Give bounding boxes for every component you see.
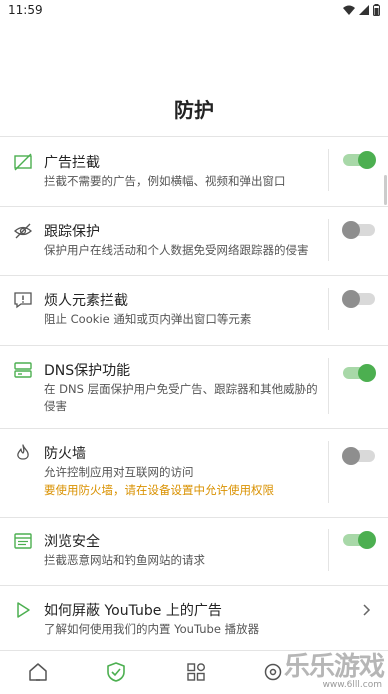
browsing-security-row[interactable]: 浏览安全 拦截恶意网站和钓鱼网站的请求	[0, 517, 388, 585]
play-icon	[17, 602, 30, 618]
annoyance-blocking-toggle[interactable]	[342, 290, 375, 308]
ad-blocking-title: 广告拦截	[44, 155, 100, 171]
ad-block-icon	[14, 153, 32, 171]
tracking-protection-title: 跟踪保护	[44, 224, 100, 240]
dns-protection-desc: 在 DNS 层面保护用户免受广告、跟踪器和其他威胁的侵害	[44, 382, 318, 413]
annoyance-blocking-row[interactable]: 烦人元素拦截 阻止 Cookie 通知或页内弹出窗口等元素	[0, 275, 388, 345]
browser-window-icon	[14, 533, 32, 549]
scrollbar[interactable]	[384, 175, 387, 205]
alert-bubble-icon	[14, 292, 32, 309]
tracking-protection-toggle[interactable]	[342, 221, 375, 239]
tracking-protection-desc: 保护用户在线活动和个人数据免受网络跟踪器的侵害	[44, 243, 309, 257]
wifi-icon	[343, 5, 355, 15]
status-bar: 11:59	[0, 0, 388, 22]
flame-icon	[17, 444, 29, 460]
divider	[328, 441, 329, 503]
dns-protection-toggle[interactable]	[343, 364, 376, 382]
home-icon[interactable]	[27, 661, 49, 683]
dns-protection-row[interactable]: DNS保护功能 在 DNS 层面保护用户免受广告、跟踪器和其他威胁的侵害	[0, 345, 388, 428]
youtube-ads-desc: 了解如何使用我们的内置 YouTube 播放器	[44, 622, 260, 636]
shield-icon[interactable]	[105, 661, 127, 683]
browsing-security-title: 浏览安全	[44, 534, 100, 550]
annoyance-blocking-title: 烦人元素拦截	[44, 293, 128, 309]
apps-icon[interactable]	[185, 661, 207, 683]
firewall-row[interactable]: 防火墙 允许控制应用对互联网的访问 要使用防火墙，请在设备设置中允许使用权限	[0, 428, 388, 517]
browsing-security-toggle[interactable]	[343, 531, 376, 549]
server-icon	[14, 362, 32, 378]
firewall-warning[interactable]: 要使用防火墙，请在设备设置中允许使用权限	[44, 482, 274, 498]
eye-slash-icon	[14, 223, 32, 239]
chevron-right-icon	[363, 604, 371, 616]
divider	[328, 149, 329, 191]
firewall-desc: 允许控制应用对互联网的访问	[44, 465, 194, 479]
signal-icon	[359, 5, 369, 15]
status-icons	[343, 4, 380, 16]
watermark-url: www.6lll.com	[322, 680, 382, 690]
ad-blocking-desc: 拦截不需要的广告，例如横幅、视频和弹出窗口	[44, 174, 286, 188]
youtube-ads-title: 如何屏蔽 YouTube 上的广告	[44, 603, 222, 619]
ad-blocking-row[interactable]: 广告拦截 拦截不需要的广告，例如横幅、视频和弹出窗口	[0, 136, 388, 206]
divider	[328, 288, 329, 330]
settings-icon[interactable]	[262, 661, 284, 683]
divider	[328, 358, 329, 414]
status-time: 11:59	[8, 3, 43, 17]
browsing-security-desc: 拦截恶意网站和钓鱼网站的请求	[44, 553, 205, 567]
dns-protection-title: DNS保护功能	[44, 363, 131, 379]
ad-blocking-toggle[interactable]	[343, 151, 376, 169]
youtube-ads-row[interactable]: 如何屏蔽 YouTube 上的广告 了解如何使用我们的内置 YouTube 播放…	[0, 585, 388, 652]
firewall-toggle[interactable]	[342, 447, 375, 465]
divider	[328, 219, 329, 261]
protection-list: 广告拦截 拦截不需要的广告，例如横幅、视频和弹出窗口 跟踪保护 保护用户在线活动…	[0, 136, 388, 652]
watermark: 乐乐游戏	[283, 652, 385, 682]
page-title: 防护	[174, 98, 214, 122]
firewall-title: 防火墙	[44, 446, 86, 462]
tracking-protection-row[interactable]: 跟踪保护 保护用户在线活动和个人数据免受网络跟踪器的侵害	[0, 206, 388, 275]
battery-icon	[373, 4, 380, 16]
divider	[328, 529, 329, 571]
annoyance-blocking-desc: 阻止 Cookie 通知或页内弹出窗口等元素	[44, 312, 252, 326]
